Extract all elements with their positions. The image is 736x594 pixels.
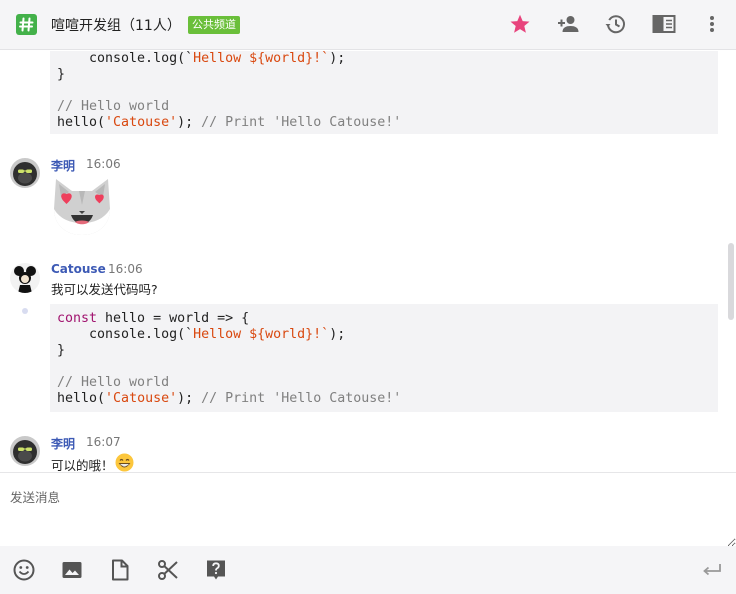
composer-toolbar [0,546,736,594]
emoji-icon[interactable] [12,558,36,582]
message-input[interactable] [0,473,736,547]
code-token: ); [329,327,346,342]
avatar[interactable] [10,436,40,466]
grinning-face-emoji [115,453,134,472]
code-token: } [57,67,66,82]
code-token: // Hello world [57,375,170,390]
star-icon[interactable] [508,12,532,36]
message-time: 16:06 [86,157,121,171]
code-token: hello( [57,115,106,130]
code-token: const [57,311,98,326]
code-token: console.log(` [57,327,194,342]
chat-header: 喧喧开发组（11人） 公共频道 [0,0,736,50]
code-token: 'Catouse' [105,115,178,130]
code-token: console.log(` [57,51,194,66]
message-author[interactable]: Catouse [51,262,106,276]
code-line: } [57,67,711,83]
history-icon[interactable] [604,12,628,36]
code-token: // Print 'Hello Catouse!' [201,115,402,130]
code-token: ); [177,115,202,130]
code-token: hello = world => { [97,311,250,326]
file-icon[interactable] [108,558,132,582]
code-line: console.log(`Hellow ${world}!`); [57,327,711,343]
code-line: console.log(`Hellow ${world}!`); [57,51,711,67]
avatar[interactable] [10,263,40,293]
code-token: 'Catouse' [105,391,178,406]
sending-status-dot [22,308,28,314]
code-token: Hellow ${world}!` [193,327,330,342]
code-token: // Print 'Hello Catouse!' [201,391,402,406]
code-token: hello( [57,391,106,406]
message-author[interactable]: 李明 [51,157,75,174]
code-line: // Hello world [57,375,711,391]
channel-title: 喧喧开发组（11人） [51,18,181,34]
message-time: 16:07 [86,435,121,449]
code-token: // Hello world [57,99,170,114]
message-time: 16:06 [108,262,143,276]
message-list[interactable]: console.log(`Hellow ${world}!`);}// Hell… [0,51,736,472]
code-line: hello('Catouse'); // Print 'Hello Catous… [57,115,711,131]
more-icon[interactable] [700,12,724,36]
channel-type-badge: 公共频道 [188,16,240,34]
code-block: const hello = world => { console.log(`He… [50,304,718,412]
hash-icon [16,14,37,35]
send-icon[interactable] [700,558,724,582]
code-line: } [57,343,711,359]
code-line: hello('Catouse'); // Print 'Hello Catous… [57,391,711,407]
scrollbar-thumb[interactable] [728,243,734,320]
code-token: ); [329,51,346,66]
avatar[interactable] [10,158,40,188]
sidebar-toggle-icon[interactable] [652,12,676,36]
composer [0,472,736,547]
message-text: 可以的哦！ [51,458,114,472]
message-author[interactable]: 李明 [51,435,75,452]
code-line: // Hello world [57,99,711,115]
code-line: const hello = world => { [57,311,711,327]
code-token: ); [177,391,202,406]
help-icon[interactable] [204,558,228,582]
add-member-icon[interactable] [556,12,580,36]
heart-eyes-cat-emoji [50,175,114,239]
image-icon[interactable] [60,558,84,582]
code-block: console.log(`Hellow ${world}!`);} // Hell… [50,51,718,134]
screenshot-icon[interactable] [156,558,180,582]
message-text: 我可以发送代码吗? [51,282,158,297]
code-token: } [57,343,66,358]
code-token: Hellow ${world}!` [193,51,330,66]
